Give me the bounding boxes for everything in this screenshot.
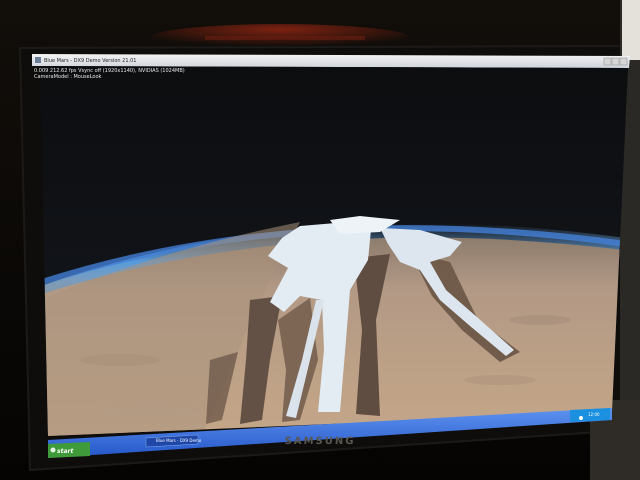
hud-camera-mode: CameraModel : MouseLook: [34, 74, 102, 80]
tray-icon[interactable]: [576, 413, 584, 421]
start-flag-icon: [50, 447, 56, 453]
window-title: Blue Mars - DX9 Demo Version 21.01: [44, 58, 137, 64]
window-app-icon: [35, 57, 41, 63]
minimize-icon[interactable]: [604, 58, 611, 65]
start-label: start: [57, 448, 74, 455]
maximize-icon[interactable]: [612, 58, 619, 65]
monitor-brand-logo: SAMSUNG: [284, 436, 356, 447]
taskbar-clock: 12:00: [588, 412, 600, 417]
close-icon[interactable]: [620, 58, 627, 65]
